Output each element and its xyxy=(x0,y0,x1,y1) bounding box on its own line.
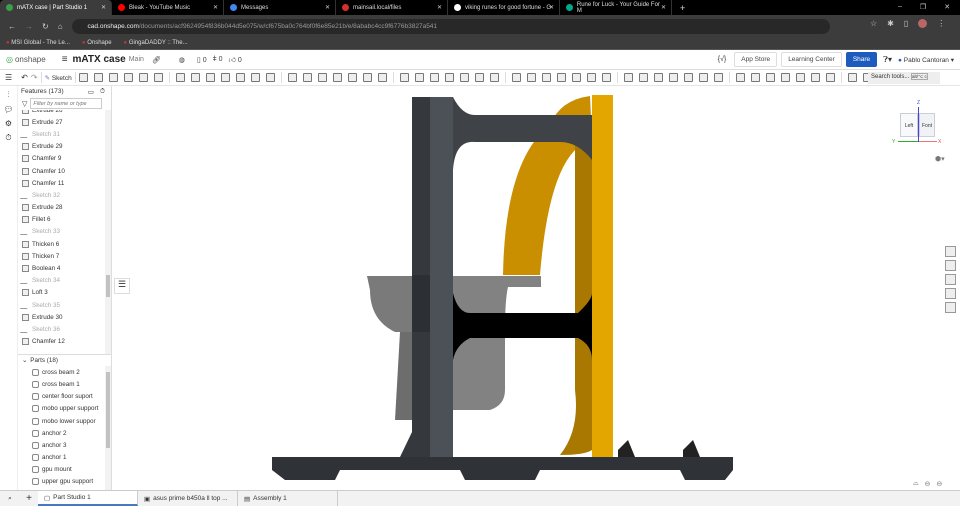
anchor-block[interactable] xyxy=(412,275,430,332)
view-mode-icon[interactable]: ⬢▾ xyxy=(935,155,945,163)
rear-gray-frame[interactable] xyxy=(395,332,412,420)
cube-face-front[interactable]: Font xyxy=(919,113,935,137)
cube-face-left[interactable]: Left xyxy=(900,113,918,137)
zoom-fit-icon[interactable]: ⌓ xyxy=(913,480,919,488)
base[interactable] xyxy=(272,457,733,480)
appearance-icon[interactable] xyxy=(945,246,956,257)
foot-tab-1[interactable] xyxy=(618,440,635,457)
image-icon: ▣ xyxy=(144,495,151,503)
gpu-support[interactable] xyxy=(367,276,412,332)
render-icon[interactable] xyxy=(945,288,956,299)
case-model xyxy=(272,95,733,480)
configurations-icon[interactable] xyxy=(945,302,956,313)
3d-viewport[interactable] xyxy=(0,0,960,506)
view-controls: ⌓ ⊖ ⊖ xyxy=(913,480,942,488)
measure-icon[interactable]: ⊖ xyxy=(936,480,942,488)
pillar-foot[interactable] xyxy=(400,432,412,457)
tab-part-studio-1[interactable]: ▢ Part Studio 1 xyxy=(38,491,138,506)
foot-tab-2[interactable] xyxy=(683,440,700,457)
assembly-icon: ▤ xyxy=(244,495,251,503)
yellow-pillar[interactable] xyxy=(592,95,613,457)
named-views-icon[interactable] xyxy=(945,274,956,285)
tab-assembly-1[interactable]: ▤ Assembly 1 xyxy=(238,491,338,506)
bottom-tab-bar: ⌕ + ▢ Part Studio 1 ▣ asus prime b450a ll … xyxy=(0,490,960,506)
add-tab-button[interactable]: + xyxy=(20,493,38,504)
right-tools xyxy=(945,246,960,313)
tab-image[interactable]: ▣ asus prime b450a ll top ... xyxy=(138,491,238,506)
view-cube[interactable]: Left Font Z X Y ⬢▾ xyxy=(880,95,945,163)
part-studio-icon: ▢ xyxy=(44,494,51,502)
section-view-icon[interactable] xyxy=(945,260,956,271)
yellow-inner[interactable] xyxy=(560,140,592,455)
mate-icon[interactable]: ⊖ xyxy=(925,480,931,488)
inner-gray-frame[interactable] xyxy=(453,276,541,410)
tab-manager-icon[interactable]: ⌕ xyxy=(0,495,20,503)
